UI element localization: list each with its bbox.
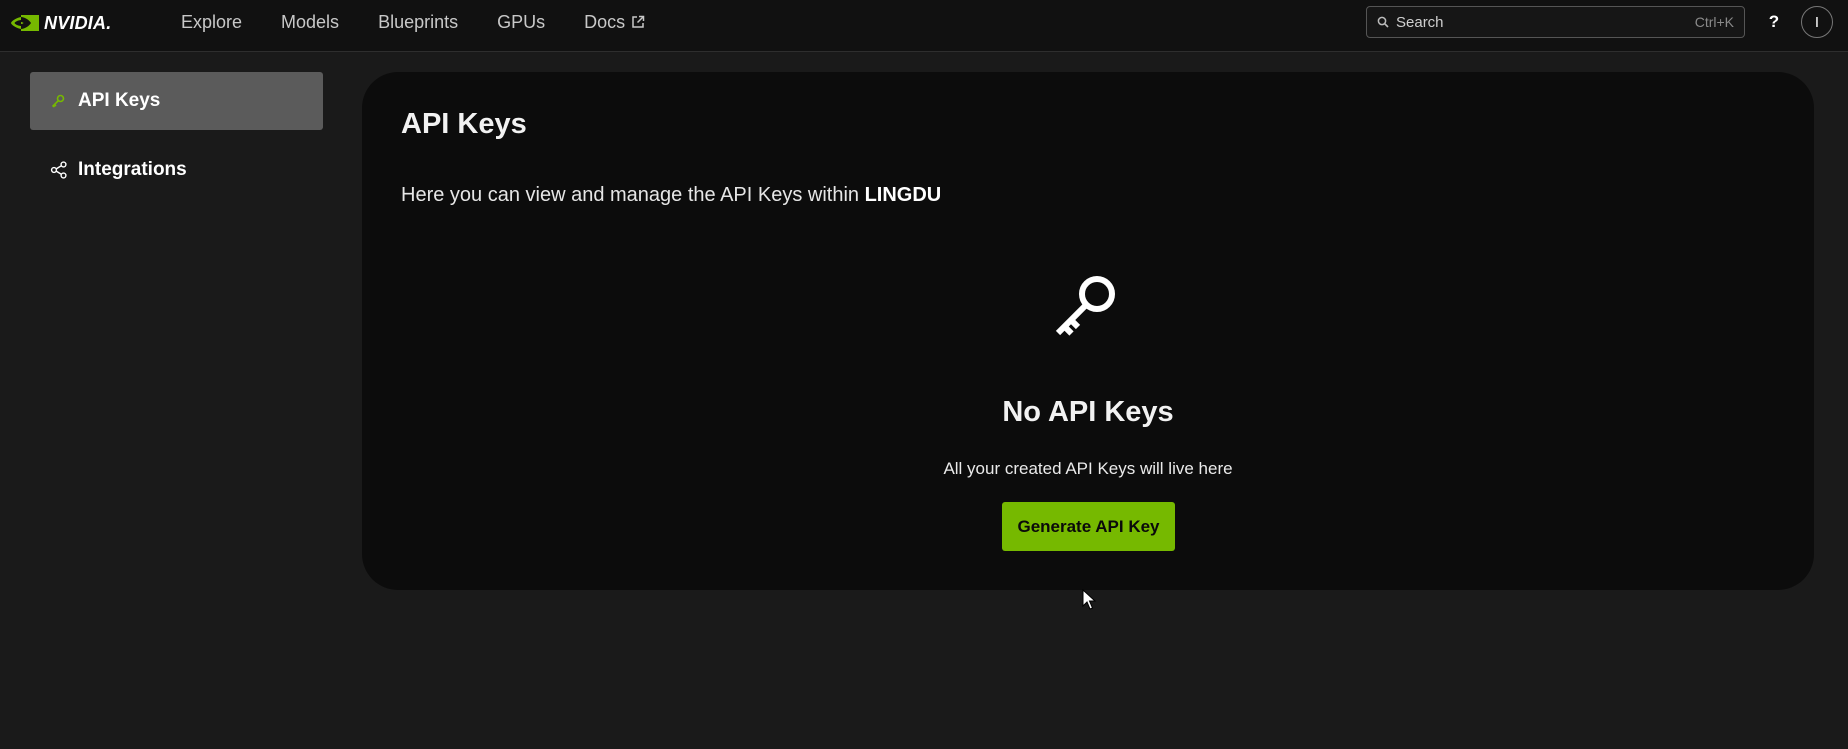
top-navigation-bar: NVIDIA. Explore Models Blueprints GPUs D… <box>0 0 1848 52</box>
sidebar: API Keys Integrations <box>30 72 323 210</box>
sidebar-item-label: Integrations <box>78 159 187 180</box>
nvidia-eye-icon <box>11 15 39 31</box>
search-icon <box>1377 16 1389 28</box>
page-description: Here you can view and manage the API Key… <box>401 184 941 207</box>
nav-explore[interactable]: Explore <box>181 12 242 33</box>
sidebar-item-label: API Keys <box>78 90 161 111</box>
sidebar-item-api-keys[interactable]: API Keys <box>30 72 323 130</box>
api-keys-panel: API Keys Here you can view and manage th… <box>362 72 1814 590</box>
nav-docs-label: Docs <box>584 11 626 32</box>
search-box[interactable]: Ctrl+K <box>1366 6 1745 38</box>
nav-gpus[interactable]: GPUs <box>497 12 545 33</box>
external-link-icon <box>631 15 645 29</box>
key-icon <box>1055 276 1115 336</box>
search-shortcut-hint: Ctrl+K <box>1694 14 1734 30</box>
nav-docs[interactable]: Docs <box>584 12 645 33</box>
main-nav: Explore Models Blueprints GPUs Docs <box>181 0 684 44</box>
help-button[interactable]: ? <box>1764 9 1784 35</box>
nav-blueprints[interactable]: Blueprints <box>378 12 458 33</box>
description-text: Here you can view and manage the API Key… <box>401 184 865 206</box>
empty-state-subtitle: All your created API Keys will live here <box>943 459 1233 478</box>
org-name: LINGDU <box>864 184 942 206</box>
share-nodes-icon <box>50 161 70 179</box>
generate-api-key-button[interactable]: Generate API Key <box>1002 502 1175 551</box>
search-input[interactable] <box>1396 13 1695 31</box>
mouse-cursor-icon <box>1082 589 1097 610</box>
page-title: API Keys <box>401 108 527 140</box>
sidebar-item-integrations[interactable]: Integrations <box>30 141 323 199</box>
user-avatar[interactable]: I <box>1801 6 1833 38</box>
nvidia-logo[interactable]: NVIDIA. <box>10 12 111 34</box>
nav-models[interactable]: Models <box>281 12 339 33</box>
key-icon <box>50 93 70 109</box>
empty-state-title: No API Keys <box>1002 396 1174 428</box>
logo-wordmark: NVIDIA. <box>44 12 112 33</box>
